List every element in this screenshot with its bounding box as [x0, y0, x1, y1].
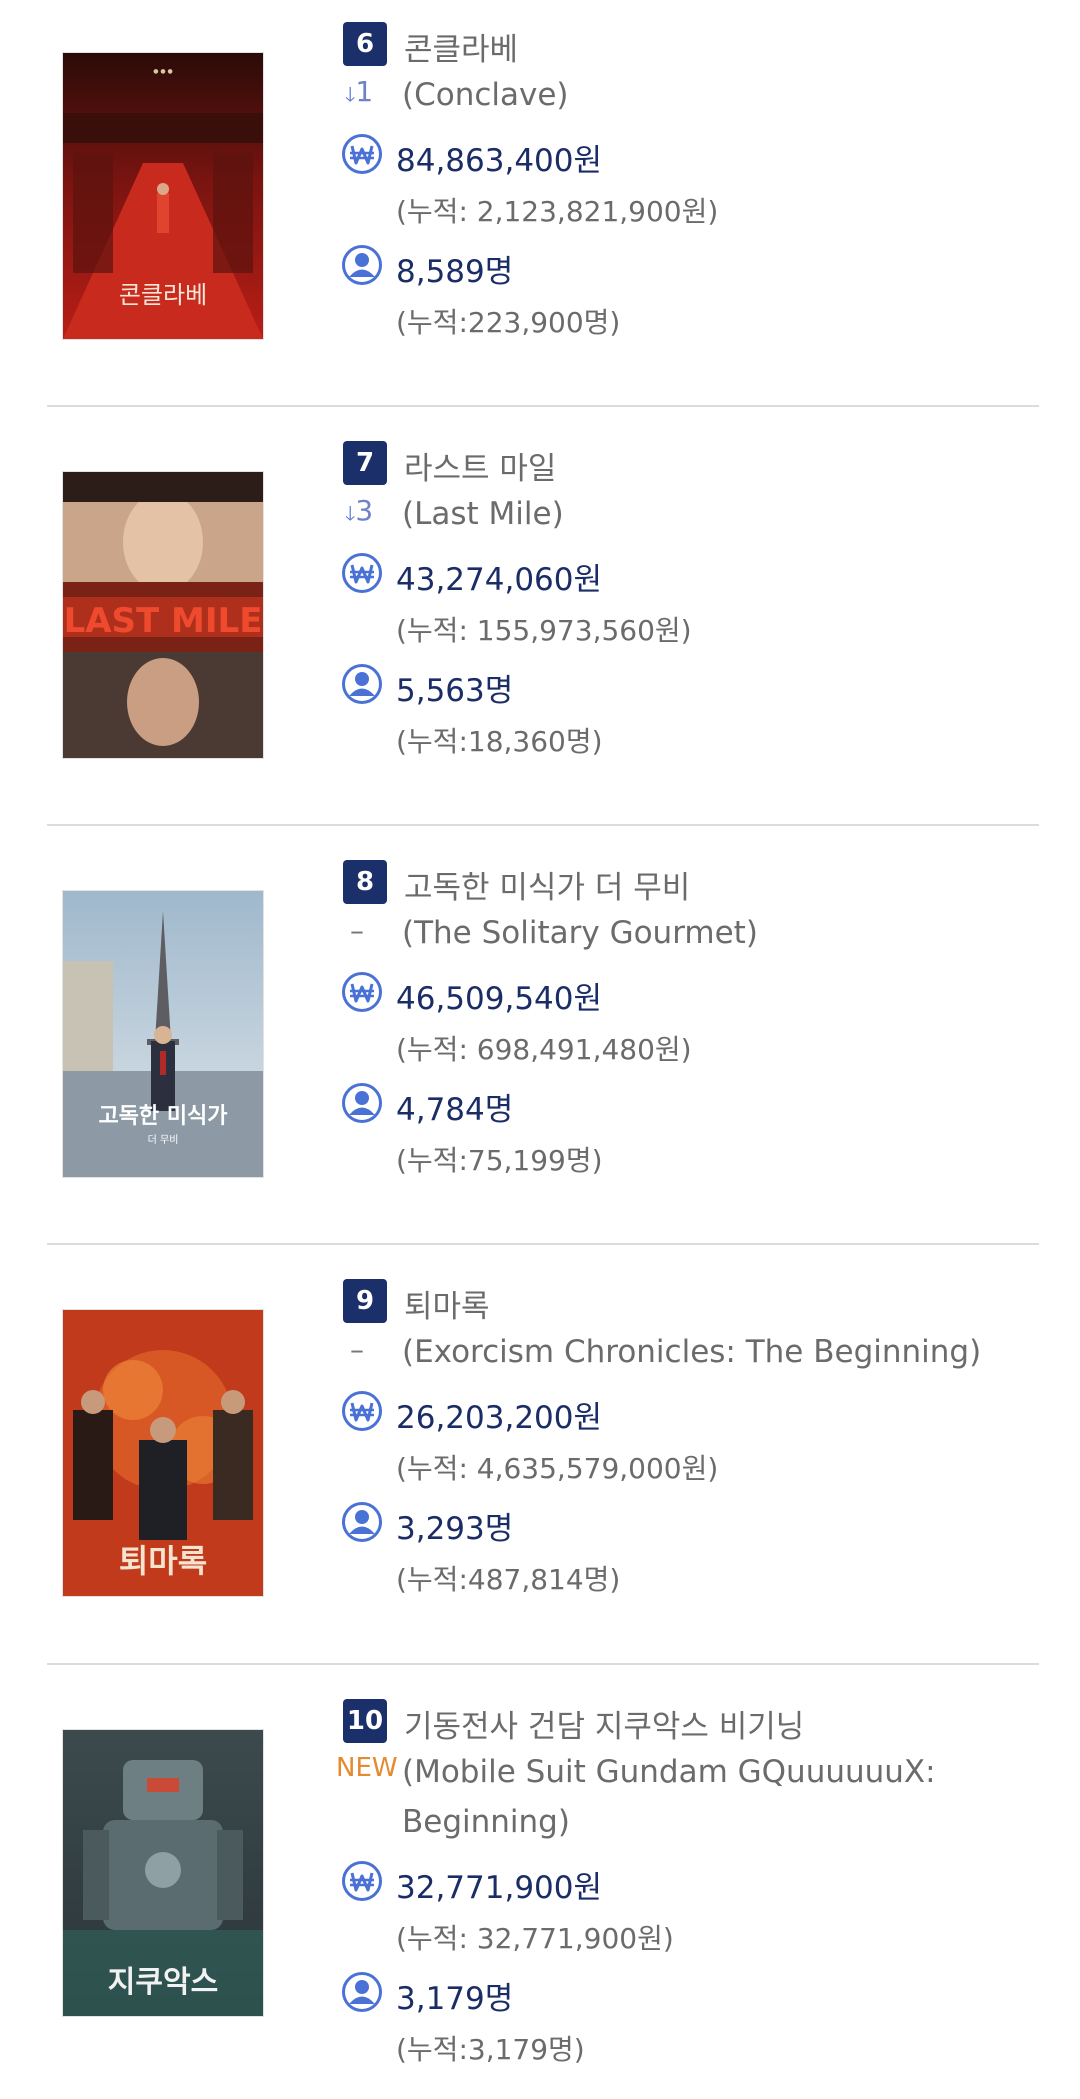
box-office-list: 콘클라베 ● ● ● 6 콘클라베 🡓1 (Conclave) 84,863,4… [0, 0, 1080, 2099]
divider [47, 1663, 1039, 1665]
total-audience: (누적:75,199명) [396, 1144, 603, 1177]
rank-change: 🡓3 [345, 494, 374, 527]
arrow-down-icon: 🡓 [345, 501, 356, 525]
poster-title: 지쿠악스 [108, 1965, 218, 2000]
rank-badge: 10 [343, 1699, 387, 1743]
movie-poster[interactable]: 콘클라베 ● ● ● [62, 52, 264, 340]
poster-title: LAST MILE [64, 601, 263, 641]
daily-audience: 8,589명 [396, 254, 514, 290]
total-audience: (누적:223,900명) [396, 306, 621, 339]
daily-audience: 3,179명 [396, 1981, 514, 2017]
person-icon [342, 245, 382, 285]
divider [47, 824, 1039, 826]
new-badge: NEW [336, 1753, 398, 1783]
rank-change: – [350, 914, 364, 947]
total-revenue: (누적: 2,123,821,900원) [396, 195, 719, 228]
poster-title: 콘클라베 [119, 281, 207, 309]
won-icon [342, 1861, 382, 1901]
svg-text:● ● ●: ● ● ● [153, 68, 173, 75]
daily-revenue: 26,203,200원 [396, 1400, 603, 1436]
daily-revenue: 46,509,540원 [396, 981, 603, 1017]
title-korean[interactable]: 퇴마록 [404, 1281, 490, 1326]
divider [47, 405, 1039, 407]
won-icon [342, 553, 382, 593]
daily-revenue: 43,274,060원 [396, 562, 603, 598]
movie-poster[interactable]: LAST MILE [62, 471, 264, 759]
person-icon [342, 1083, 382, 1123]
won-icon [342, 134, 382, 174]
total-audience: (누적:3,179명) [396, 2033, 585, 2066]
title-english: (The Solitary Gourmet) [402, 915, 758, 951]
title-korean[interactable]: 고독한 미식가 더 무비 [404, 862, 690, 907]
poster-title: 고독한 미식가 [98, 1104, 227, 1129]
total-revenue: (누적: 4,635,579,000원) [396, 1452, 719, 1485]
divider [47, 1243, 1039, 1245]
won-icon [342, 1391, 382, 1431]
total-revenue: (누적: 32,771,900원) [396, 1922, 674, 1955]
total-audience: (누적:487,814명) [396, 1563, 621, 1596]
daily-revenue: 84,863,400원 [396, 143, 603, 179]
rank-change: 🡓1 [345, 75, 374, 108]
title-english: (Exorcism Chronicles: The Beginning) [402, 1334, 982, 1370]
person-icon [342, 1972, 382, 2012]
title-korean[interactable]: 콘클라베 [404, 24, 518, 69]
rank-badge: 9 [343, 1279, 387, 1323]
movie-poster[interactable]: 고독한 미식가 더 무비 [62, 890, 264, 1178]
rank-badge: 6 [343, 22, 387, 66]
title-korean[interactable]: 라스트 마일 [404, 443, 556, 488]
daily-audience: 4,784명 [396, 1092, 514, 1128]
rank-badge: 7 [343, 441, 387, 485]
svg-text:더 무비: 더 무비 [148, 1134, 179, 1146]
rank-badge: 8 [343, 860, 387, 904]
arrow-down-icon: 🡓 [345, 82, 356, 106]
daily-audience: 3,293명 [396, 1511, 514, 1547]
poster-title: 퇴마록 [119, 1542, 207, 1580]
total-revenue: (누적: 698,491,480원) [396, 1033, 692, 1066]
title-english: (Conclave) [402, 77, 569, 113]
total-revenue: (누적: 155,973,560원) [396, 614, 692, 647]
total-audience: (누적:18,360명) [396, 725, 603, 758]
person-icon [342, 664, 382, 704]
rank-change: – [350, 1333, 364, 1366]
person-icon [342, 1502, 382, 1542]
title-english: (Last Mile) [402, 496, 564, 532]
movie-poster[interactable]: 지쿠악스 [62, 1729, 264, 2017]
title-korean[interactable]: 기동전사 건담 지쿠악스 비기닝 [404, 1701, 804, 1746]
daily-audience: 5,563명 [396, 673, 514, 709]
movie-poster[interactable]: 퇴마록 [62, 1309, 264, 1597]
daily-revenue: 32,771,900원 [396, 1870, 603, 1906]
title-english: (Mobile Suit Gundam GQuuuuuuX: Beginning… [402, 1754, 936, 1840]
won-icon [342, 972, 382, 1012]
